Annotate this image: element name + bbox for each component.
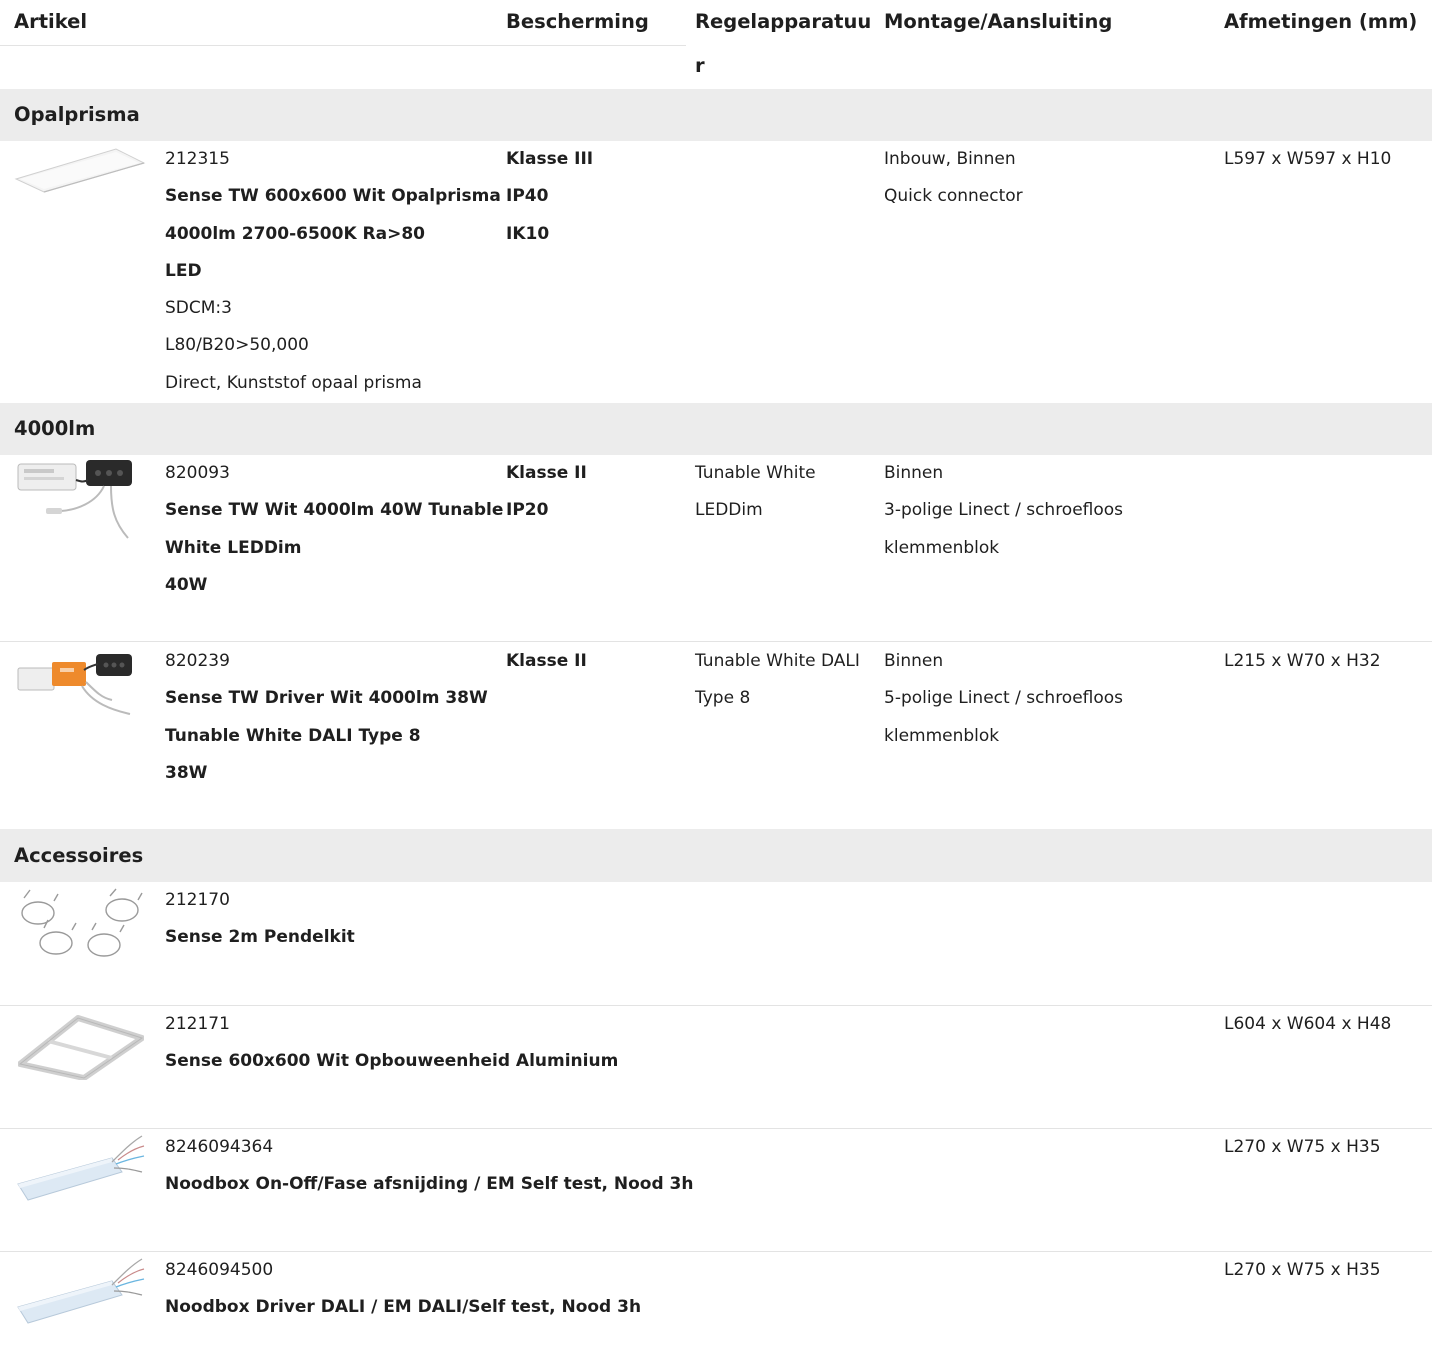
driver-icon <box>17 460 132 539</box>
product-name-line: LED <box>165 260 202 281</box>
dimensions-cell: L597 x W597 x H10 <box>1224 149 1392 169</box>
mounting-value: Inbouw, Binnen <box>884 149 1016 169</box>
protection-value: IK10 <box>506 223 550 244</box>
product-name-line: Tunable White DALI Type 8 <box>165 725 421 746</box>
product-name-line: 40W <box>165 574 208 595</box>
product-name-line: Sense TW 600x600 Wit Opalprisma <box>165 186 501 207</box>
mounting-cell: Inbouw, Binnen Quick connector <box>884 141 1023 216</box>
control-gear-cell: Tunable White DALI Type 8 <box>695 643 860 718</box>
mounting-value: klemmenblok <box>884 725 1000 746</box>
product-name-line: Sense 2m Pendelkit <box>165 927 355 948</box>
product-name-line: White LEDDim <box>165 537 302 558</box>
product-info: 212315 Sense TW 600x600 Wit Opalprisma 4… <box>165 141 501 402</box>
product-name-line: Sense TW Driver Wit 4000lm 38W <box>165 688 488 709</box>
product-id: 212171 <box>165 1014 230 1034</box>
dali-driver-icon <box>17 654 132 715</box>
mounting-value: 3-polige Linect / schroefloos <box>884 500 1124 521</box>
mounting-value: 5-polige Linect / schroefloos <box>884 688 1124 709</box>
product-id: 820239 <box>165 651 230 671</box>
control-gear-value: Tunable White DALI <box>695 651 860 671</box>
header-regelapparatuur: Regelapparatuu <box>695 10 872 33</box>
product-id: 820093 <box>165 463 230 483</box>
dimensions-cell: L215 x W70 x H32 <box>1224 651 1381 671</box>
product-id: 212170 <box>165 890 230 910</box>
product-name-line: Sense 600x600 Wit Opbouweenheid Aluminiu… <box>165 1051 619 1072</box>
header-bescherming: Bescherming <box>506 10 649 33</box>
product-spec: Direct, Kunststof opaal prisma <box>165 372 422 393</box>
panel-icon <box>14 148 146 193</box>
product-id: 8246094364 <box>165 1137 274 1157</box>
mounting-cell: Binnen 3-polige Linect / schroefloos kle… <box>884 455 1123 567</box>
control-gear-value: LEDDim <box>695 500 763 521</box>
dimensions-cell: L270 x W75 x H35 <box>1224 1137 1381 1157</box>
protection-cell: Klasse III IP40 IK10 <box>506 141 593 253</box>
protection-value: Klasse II <box>506 463 587 483</box>
product-info: 820093 Sense TW Wit 4000lm 40W Tunable W… <box>165 455 503 604</box>
header-divider <box>0 45 686 46</box>
product-spec: SDCM:3 <box>165 298 232 319</box>
protection-cell: Klasse II <box>506 643 587 680</box>
protection-value: IP40 <box>506 186 549 207</box>
product-info: 820239 Sense TW Driver Wit 4000lm 38W Tu… <box>165 643 488 792</box>
section-label: Accessoires <box>14 844 144 867</box>
section-accessoires: Accessoires <box>0 829 1432 882</box>
protection-value: Klasse III <box>506 149 594 169</box>
frame-icon <box>18 1015 144 1080</box>
section-4000lm: 4000lm <box>0 403 1432 455</box>
product-id: 8246094500 <box>165 1260 274 1280</box>
mounting-value: Quick connector <box>884 186 1023 207</box>
mounting-value: klemmenblok <box>884 537 1000 558</box>
product-info: 212171 Sense 600x600 Wit Opbouweenheid A… <box>165 1006 618 1081</box>
mounting-cell: Binnen 5-polige Linect / schroefloos kle… <box>884 643 1123 755</box>
product-info: 212170 Sense 2m Pendelkit <box>165 882 355 957</box>
product-name-line: Noodbox Driver DALI / EM DALI/Self test,… <box>165 1297 642 1318</box>
protection-value: Klasse II <box>506 651 587 671</box>
header-afmetingen: Afmetingen (mm) <box>1224 10 1418 33</box>
product-name-line: 38W <box>165 762 208 783</box>
control-gear-cell: Tunable White LEDDim <box>695 455 816 530</box>
product-info: 8246094364 Noodbox On-Off/Fase afsnijdin… <box>165 1129 694 1204</box>
header-artikel: Artikel <box>14 10 88 33</box>
product-name-line: Noodbox On-Off/Fase afsnijding / EM Self… <box>165 1174 694 1195</box>
product-info: 8246094500 Noodbox Driver DALI / EM DALI… <box>165 1252 641 1327</box>
pendel-kit-icon <box>21 888 143 957</box>
mounting-value: Binnen <box>884 651 944 671</box>
row-divider <box>0 641 1432 642</box>
control-gear-value: Tunable White <box>695 463 816 483</box>
product-name-line: 4000lm 2700-6500K Ra>80 <box>165 223 426 244</box>
product-spec: L80/B20>50,000 <box>165 335 309 356</box>
protection-cell: Klasse II IP20 <box>506 455 587 530</box>
section-label: Opalprisma <box>14 103 140 126</box>
mounting-value: Binnen <box>884 463 944 483</box>
header-montage: Montage/Aansluiting <box>884 10 1113 33</box>
product-id: 212315 <box>165 149 230 169</box>
product-name-line: Sense TW Wit 4000lm 40W Tunable <box>165 500 504 521</box>
emergency-box-icon <box>17 1258 145 1324</box>
protection-value: IP20 <box>506 500 549 521</box>
dimensions-cell: L270 x W75 x H35 <box>1224 1260 1381 1280</box>
control-gear-value: Type 8 <box>695 688 751 709</box>
header-regelapparatuur-wrap: r <box>695 54 705 77</box>
section-label: 4000lm <box>14 417 96 440</box>
dimensions-cell: L604 x W604 x H48 <box>1224 1014 1392 1034</box>
section-opalprisma: Opalprisma <box>0 89 1432 141</box>
emergency-box-icon <box>17 1135 145 1201</box>
